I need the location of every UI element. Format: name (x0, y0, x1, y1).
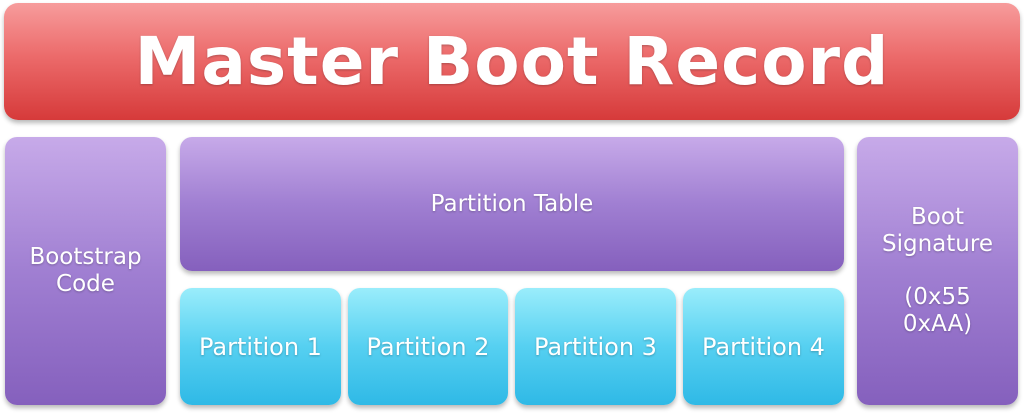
partition-4-label: Partition 4 (702, 332, 825, 361)
boot-signature-label: Boot Signature (0x55 0xAA) (882, 204, 993, 338)
bootstrap-code-label: Bootstrap Code (29, 244, 141, 298)
bootstrap-line-1: Bootstrap (29, 244, 142, 270)
partition-3-block: Partition 3 (515, 288, 676, 405)
partition-table-label: Partition Table (430, 190, 594, 217)
partition-2-label: Partition 2 (366, 332, 490, 361)
boot-signature-line-3: (0x55 (904, 284, 971, 310)
boot-signature-line-1: Boot (911, 204, 964, 230)
boot-signature-block: Boot Signature (0x55 0xAA) (857, 137, 1018, 405)
boot-signature-spacer (882, 258, 993, 284)
partition-4-block: Partition 4 (683, 288, 844, 405)
partition-1-block: Partition 1 (180, 288, 341, 405)
bootstrap-code-block: Bootstrap Code (5, 137, 166, 405)
master-boot-record-title: Master Boot Record (4, 3, 1020, 120)
partition-1-label: Partition 1 (199, 332, 322, 361)
bootstrap-line-2: Code (56, 271, 115, 297)
partition-3-label: Partition 3 (534, 332, 657, 361)
boot-signature-line-2: Signature (882, 231, 993, 257)
boot-signature-line-4: 0xAA) (902, 311, 973, 337)
partition-table-block: Partition Table (180, 137, 844, 271)
title-text: Master Boot Record (134, 23, 890, 100)
partition-2-block: Partition 2 (348, 288, 508, 405)
